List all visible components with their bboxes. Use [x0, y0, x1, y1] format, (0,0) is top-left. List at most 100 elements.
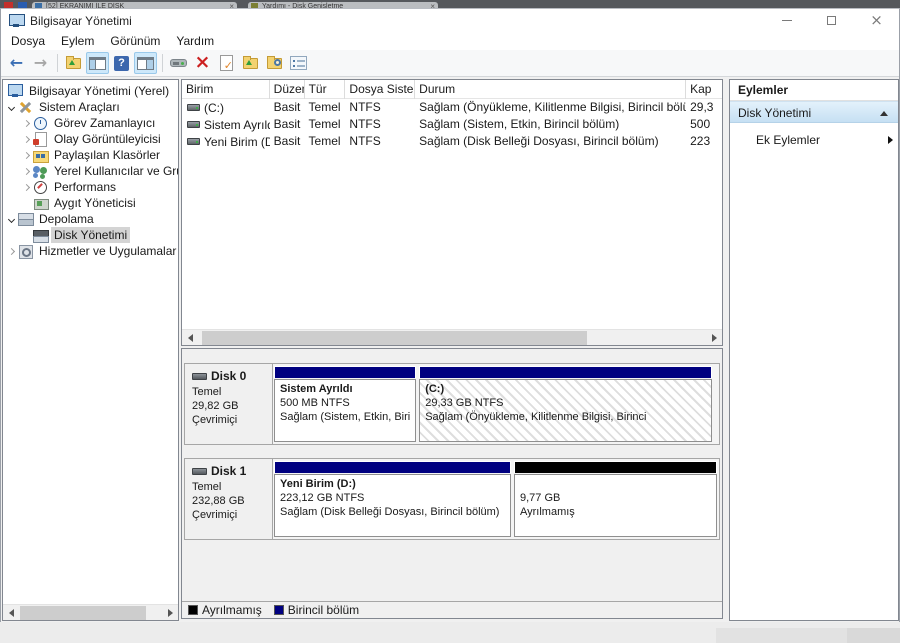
- up-folder-button[interactable]: [62, 52, 85, 74]
- partition-c-selected[interactable]: (C:) 29,33 GB NTFS Sağlam (Önyükleme, Ki…: [419, 366, 713, 442]
- partition-d[interactable]: Yeni Birim (D:) 223,12 GB NTFS Sağlam (D…: [274, 461, 511, 537]
- menubar: Dosya Eylem Görünüm Yardım: [1, 32, 899, 50]
- tree-item-system-tools[interactable]: Sistem Araçları: [3, 99, 178, 115]
- column-header-tur[interactable]: Tür: [305, 80, 346, 99]
- column-header-birim[interactable]: Birim: [182, 80, 270, 99]
- toolbar: ← → ? ×: [1, 50, 899, 77]
- tree-item-computer-management[interactable]: Bilgisayar Yönetimi (Yerel): [3, 83, 178, 99]
- action-pane-icon: [137, 56, 154, 70]
- primary-partition-swatch: [273, 605, 284, 615]
- device-manager-icon: [33, 196, 49, 210]
- tree-item-storage[interactable]: Depolama: [3, 211, 178, 227]
- disk-drive-icon: [192, 372, 207, 380]
- scroll-right-icon[interactable]: [706, 330, 722, 345]
- collapse-icon[interactable]: [880, 111, 888, 116]
- column-header-duzen[interactable]: Düzen: [270, 80, 305, 99]
- options-button[interactable]: [287, 52, 310, 74]
- close-button[interactable]: ×: [854, 9, 899, 32]
- submenu-arrow-icon: [888, 136, 893, 144]
- legend-unallocated: Ayrılmamış: [188, 603, 262, 617]
- menu-yardim[interactable]: Yardım: [168, 32, 222, 50]
- chevron-right-icon[interactable]: [22, 119, 30, 127]
- forward-button[interactable]: →: [29, 52, 52, 74]
- scroll-right-icon[interactable]: [162, 605, 178, 620]
- menu-eylem[interactable]: Eylem: [53, 32, 102, 50]
- tree-item-services-applications[interactable]: Hizmetler ve Uygulamalar: [3, 243, 178, 259]
- volume-icon: [187, 138, 200, 145]
- tree-item-shared-folders[interactable]: Paylaşılan Klasörler: [3, 147, 178, 163]
- chevron-right-icon[interactable]: [7, 247, 15, 255]
- disk-0-row: Disk 0 Temel 29,82 GB Çevrimiçi Sistem A…: [184, 363, 720, 445]
- main-area: Bilgisayar Yönetimi (Yerel) Sistem Araçl…: [1, 77, 899, 622]
- open-folder-button[interactable]: [239, 52, 262, 74]
- folder-up-icon: [66, 55, 81, 69]
- background-browser-tabs: [52] EKRANIMI İLE DİSK × Yardımı - Disk G…: [0, 0, 900, 8]
- scroll-left-icon[interactable]: [182, 330, 198, 345]
- action-pane-toggle-button[interactable]: [134, 52, 157, 74]
- tree-item-local-users[interactable]: Yerel Kullanıcılar ve Gru: [3, 163, 178, 179]
- find-folder-button[interactable]: [263, 52, 286, 74]
- back-button[interactable]: ←: [5, 52, 28, 74]
- device-tool-button[interactable]: [167, 52, 190, 74]
- chevron-down-icon[interactable]: [7, 103, 15, 111]
- chevron-down-icon[interactable]: [7, 215, 15, 223]
- legend: Ayrılmamış Birincil bölüm: [182, 601, 722, 618]
- unallocated-swatch: [188, 605, 198, 615]
- titlebar[interactable]: Bilgisayar Yönetimi ×: [1, 9, 899, 32]
- maximize-icon: [827, 16, 836, 25]
- scrollbar-thumb[interactable]: [20, 606, 146, 620]
- volume-row-d[interactable]: Yeni Birim (D:) Basit Temel NTFS Sağlam …: [182, 133, 722, 150]
- actions-item-more-actions[interactable]: Ek Eylemler: [730, 130, 898, 150]
- column-header-kapasite[interactable]: Kap: [686, 80, 722, 99]
- volume-row-system-reserved[interactable]: Sistem Ayrıldı Basit Temel NTFS Sağlam (…: [182, 116, 722, 133]
- menu-dosya[interactable]: Dosya: [3, 32, 53, 50]
- background-segment: [716, 628, 847, 643]
- legend-primary-partition: Birincil bölüm: [273, 603, 359, 617]
- document-check-icon: [220, 55, 233, 72]
- tree-item-task-scheduler[interactable]: Görev Zamanlayıcı: [3, 115, 178, 131]
- partition-color-bar: [274, 461, 511, 473]
- services-icon: [18, 244, 33, 259]
- chevron-right-icon[interactable]: [22, 135, 30, 143]
- help-button[interactable]: ?: [110, 52, 133, 74]
- tree-item-performance[interactable]: Performans: [3, 179, 178, 195]
- disk-0-label[interactable]: Disk 0 Temel 29,82 GB Çevrimiçi: [185, 364, 273, 444]
- partition-color-bar: [514, 461, 717, 473]
- background-segment: [847, 628, 900, 643]
- tree-item-device-manager[interactable]: Aygıt Yöneticisi: [3, 195, 178, 211]
- actions-group-disk-management[interactable]: Disk Yönetimi: [730, 101, 898, 123]
- console-tree-panel: Bilgisayar Yönetimi (Yerel) Sistem Araçl…: [2, 79, 179, 621]
- toolbar-separator: [162, 54, 163, 72]
- clock-icon: [33, 116, 48, 130]
- chevron-right-icon[interactable]: [22, 151, 30, 159]
- window-title: Bilgisayar Yönetimi: [30, 13, 132, 28]
- partition-unallocated[interactable]: 9,77 GB Ayrılmamış: [514, 461, 717, 537]
- maximize-button[interactable]: [809, 9, 854, 32]
- tree-horizontal-scrollbar[interactable]: [3, 604, 178, 620]
- volume-row-c[interactable]: (C:) Basit Temel NTFS Sağlam (Önyükleme,…: [182, 99, 722, 116]
- storage-icon: [18, 212, 34, 226]
- scroll-left-icon[interactable]: [3, 605, 19, 620]
- column-header-durum[interactable]: Durum: [415, 80, 687, 99]
- scrollbar-thumb[interactable]: [202, 331, 587, 345]
- forward-arrow-icon: →: [33, 53, 48, 72]
- console-tree-toggle-button[interactable]: [86, 52, 109, 74]
- back-arrow-icon: ←: [9, 53, 24, 72]
- disk-drive-icon: [192, 467, 207, 475]
- computer-icon: [8, 84, 23, 98]
- column-header-dosya-sistemi[interactable]: Dosya Sistemi: [345, 80, 416, 99]
- tools-icon: [18, 100, 33, 114]
- tree-item-event-viewer[interactable]: Olay Görüntüleyicisi: [3, 131, 178, 147]
- help-icon: ?: [114, 55, 129, 71]
- gauge-icon: [33, 180, 48, 194]
- chevron-right-icon[interactable]: [22, 167, 30, 175]
- menu-gorunum[interactable]: Görünüm: [102, 32, 168, 50]
- chevron-right-icon[interactable]: [22, 183, 30, 191]
- minimize-button[interactable]: [764, 9, 809, 32]
- delete-volume-button[interactable]: ×: [191, 52, 214, 74]
- tree-item-disk-management[interactable]: Disk Yönetimi: [3, 227, 178, 243]
- properties-button[interactable]: [215, 52, 238, 74]
- volume-list-horizontal-scrollbar[interactable]: [182, 329, 722, 345]
- partition-system-reserved[interactable]: Sistem Ayrıldı 500 MB NTFS Sağlam (Siste…: [274, 366, 417, 442]
- disk-1-label[interactable]: Disk 1 Temel 232,88 GB Çevrimiçi: [185, 459, 273, 539]
